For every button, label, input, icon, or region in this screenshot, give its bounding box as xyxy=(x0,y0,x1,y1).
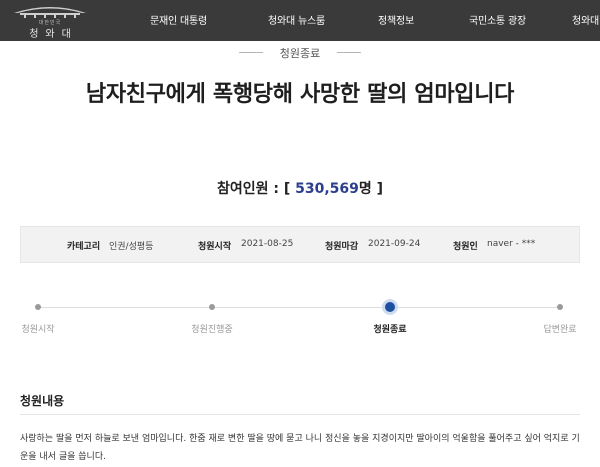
step-label-in-progress: 청원진행중 xyxy=(191,325,233,335)
nav-president[interactable]: 문재인 대통령 xyxy=(150,12,207,27)
nav-cheongwadae[interactable]: 청와대 xyxy=(572,12,599,27)
participant-count-unit: 명 xyxy=(358,181,372,197)
petitioner-value: naver - *** xyxy=(487,239,536,249)
progress-dot-in-progress xyxy=(209,304,215,310)
petition-status-label: 청원종료 xyxy=(279,47,321,60)
nav-communication-square[interactable]: 국민소통 광장 xyxy=(469,12,526,27)
cheongwadae-logo[interactable]: 대한민국 청와대 xyxy=(6,1,94,40)
nav-policy[interactable]: 정책정보 xyxy=(378,12,414,27)
participant-count-open-bracket: [ xyxy=(283,181,291,197)
nav-newsroom[interactable]: 청와대 뉴스룸 xyxy=(268,12,325,27)
end-date-value: 2021-09-24 xyxy=(368,239,421,249)
logo-title-text: 청와대 xyxy=(29,29,78,40)
step-label-closed: 청원종료 xyxy=(373,325,407,335)
content-divider xyxy=(20,414,580,415)
start-date-value: 2021-08-25 xyxy=(241,239,294,249)
petition-content-text: 사랑하는 딸을 먼저 하늘로 보낸 엄마입니다. 한줌 재로 변한 딸을 땅에 … xyxy=(20,434,580,462)
progress-track xyxy=(38,307,560,308)
step-label-start: 청원시작 xyxy=(21,325,55,335)
participant-count-close-bracket: ] xyxy=(376,181,384,197)
blue-house-emblem-icon xyxy=(14,7,86,18)
progress-dot-start xyxy=(35,304,41,310)
category-label: 카테고리 xyxy=(67,242,101,252)
step-label-answered: 답변완료 xyxy=(543,325,577,335)
petitioner-label: 청원인 xyxy=(453,242,478,252)
progress-dot-closed-active xyxy=(385,302,395,312)
petition-info-box: 카테고리 인권/성평등 청원시작 2021-08-25 청원마감 2021-09… xyxy=(20,226,580,263)
participant-count-value: 530,569 xyxy=(295,181,359,197)
end-date-label: 청원마감 xyxy=(325,242,359,252)
petition-content-heading: 청원내용 xyxy=(20,394,65,408)
category-value: 인권/성평등 xyxy=(109,242,154,252)
top-navigation-bar: 대한민국 청와대 문재인 대통령 청와대 뉴스룸 정책정보 국민소통 광장 청와… xyxy=(0,0,600,41)
participant-count-label: 참여인원 : xyxy=(216,181,279,197)
participant-count: 참여인원 : [ 530,569명 ] xyxy=(0,178,600,198)
start-date-label: 청원시작 xyxy=(198,242,232,252)
petition-title: 남자친구에게 폭행당해 사망한 딸의 엄마입니다 xyxy=(85,82,515,107)
progress-dot-answered xyxy=(557,304,563,310)
